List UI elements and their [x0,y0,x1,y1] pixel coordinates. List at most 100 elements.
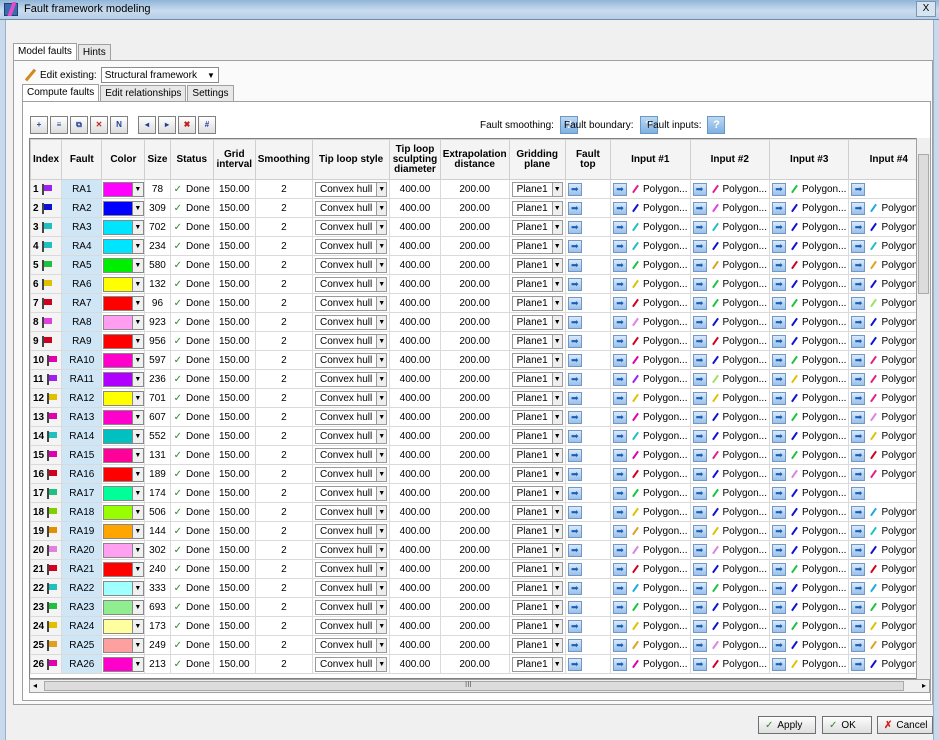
insert-arrow-icon[interactable]: ➡ [613,505,628,519]
color-picker[interactable]: ▼ [101,312,146,332]
color-picker[interactable]: ▼ [101,426,146,446]
index-cell[interactable]: 23 [30,597,63,617]
insert-arrow-icon[interactable]: ➡ [851,372,866,386]
fault-name-cell[interactable]: RA8 [61,312,103,332]
insert-arrow-icon[interactable]: ➡ [692,334,707,348]
extrapolation-cell[interactable]: 200.00 [439,445,510,465]
insert-arrow-icon[interactable]: ➡ [567,391,582,405]
insert-arrow-icon[interactable]: ➡ [613,296,628,310]
index-cell[interactable]: 20 [30,540,63,560]
insert-arrow-icon[interactable]: ➡ [771,600,786,614]
chevron-down-icon[interactable]: ▼ [132,466,144,482]
tip-loop-diameter-cell[interactable]: 400.00 [389,635,441,655]
table-row[interactable]: 15 RA15 ▼ 131 ✓ Done 150.00 2 Convex hull ▼ 400.00… [30,445,929,465]
grid-interval-cell[interactable]: 150.00 [212,578,256,598]
extrapolation-cell[interactable]: 200.00 [439,369,510,389]
insert-arrow-icon[interactable]: ➡ [692,543,707,557]
extrapolation-cell[interactable]: 200.00 [439,198,510,218]
insert-arrow-icon[interactable]: ➡ [771,581,786,595]
chevron-down-icon[interactable]: ▼ [132,485,144,501]
insert-arrow-icon[interactable]: ➡ [771,467,786,481]
close-button[interactable]: X [916,1,936,17]
fault-name-cell[interactable]: RA3 [61,217,103,237]
extrapolation-cell[interactable]: 200.00 [439,426,510,446]
insert-arrow-icon[interactable]: ➡ [851,600,866,614]
tip-loop-diameter-cell[interactable]: 400.00 [389,502,441,522]
insert-arrow-icon[interactable]: ➡ [851,182,866,196]
fault-name-cell[interactable]: RA25 [61,635,103,655]
tip-loop-diameter-cell[interactable]: 400.00 [389,616,441,636]
fault-name-cell[interactable]: RA2 [61,198,103,218]
add-fault-icon[interactable]: + [30,116,48,134]
color-picker[interactable]: ▼ [101,559,146,579]
insert-arrow-icon[interactable]: ➡ [692,505,707,519]
extrapolation-cell[interactable]: 200.00 [439,483,510,503]
insert-arrow-icon[interactable]: ➡ [851,410,866,424]
gridding-plane-select[interactable]: Plane1 ▼ [511,447,563,463]
index-cell[interactable]: 10 [30,350,63,370]
insert-arrow-icon[interactable]: ➡ [613,277,628,291]
column-header[interactable]: Color [101,139,146,180]
tip-loop-style-select[interactable]: Convex hull ▼ [314,466,388,482]
color-picker[interactable]: ▼ [101,597,146,617]
gridding-plane-select[interactable]: Plane1 ▼ [511,276,563,292]
chevron-down-icon[interactable]: ▼ [132,523,144,539]
column-header[interactable]: Fault [61,139,103,180]
smoothing-cell[interactable]: 2 [254,236,313,256]
insert-arrow-icon[interactable]: ➡ [613,258,628,272]
table-row[interactable]: 17 RA17 ▼ 174 ✓ Done 150.00 2 Convex hull ▼ 400.00… [30,483,929,503]
tip-loop-diameter-cell[interactable]: 400.00 [389,559,441,579]
insert-arrow-icon[interactable]: ➡ [851,296,866,310]
table-row[interactable]: 12 RA12 ▼ 701 ✓ Done 150.00 2 Convex hull ▼ 400.00… [30,388,929,408]
index-cell[interactable]: 26 [30,654,63,674]
index-cell[interactable]: 25 [30,635,63,655]
column-header[interactable]: Input #2 [689,139,770,180]
column-header[interactable]: Grid interval [212,139,256,180]
insert-arrow-icon[interactable]: ➡ [692,486,707,500]
chevron-down-icon[interactable]: ▼ [132,200,144,216]
table-row[interactable]: 10 RA10 ▼ 597 ✓ Done 150.00 2 Convex hull ▼ 400.00… [30,350,929,370]
index-cell[interactable]: 16 [30,464,63,484]
table-row[interactable]: 7 RA7 ▼ 96 ✓ Done 150.00 2 Convex hull ▼ 400.00 200… [30,293,929,313]
color-picker[interactable]: ▼ [101,616,146,636]
color-picker[interactable]: ▼ [101,217,146,237]
fault-name-cell[interactable]: RA6 [61,274,103,294]
table-row[interactable]: 8 RA8 ▼ 923 ✓ Done 150.00 2 Convex hull ▼ 400.00 20… [30,312,929,332]
extrapolation-cell[interactable]: 200.00 [439,350,510,370]
scroll-right-icon[interactable]: ▸ [922,681,926,690]
insert-arrow-icon[interactable]: ➡ [851,543,866,557]
smoothing-cell[interactable]: 2 [254,255,313,275]
insert-arrow-icon[interactable]: ➡ [771,505,786,519]
insert-arrow-icon[interactable]: ➡ [771,239,786,253]
tip-loop-diameter-cell[interactable]: 400.00 [389,464,441,484]
fault-name-cell[interactable]: RA10 [61,350,103,370]
insert-arrow-icon[interactable]: ➡ [567,448,582,462]
scroll-left-icon[interactable]: ◂ [33,681,37,690]
vertical-scrollbar[interactable] [916,138,930,679]
chevron-down-icon[interactable]: ▼ [132,504,144,520]
tip-loop-diameter-cell[interactable]: 400.00 [389,293,441,313]
color-picker[interactable]: ▼ [101,654,146,674]
smoothing-cell[interactable]: 2 [254,350,313,370]
extrapolation-cell[interactable]: 200.00 [439,521,510,541]
chevron-down-icon[interactable]: ▼ [132,618,144,634]
tip-loop-diameter-cell[interactable]: 400.00 [389,179,441,199]
insert-arrow-icon[interactable]: ➡ [771,486,786,500]
tip-loop-style-select[interactable]: Convex hull ▼ [314,599,388,615]
insert-arrow-icon[interactable]: ➡ [692,182,707,196]
gridding-plane-select[interactable]: Plane1 ▼ [511,428,563,444]
insert-arrow-icon[interactable]: ➡ [613,562,628,576]
insert-arrow-icon[interactable]: ➡ [567,505,582,519]
color-picker[interactable]: ▼ [101,502,146,522]
table-row[interactable]: 2 RA2 ▼ 309 ✓ Done 150.00 2 Convex hull ▼ 400.00 20… [30,198,929,218]
chevron-down-icon[interactable]: ▼ [132,219,144,235]
cancel-button[interactable]: ✗ Cancel [877,716,933,734]
chevron-down-icon[interactable]: ▼ [132,276,144,292]
insert-arrow-icon[interactable]: ➡ [771,638,786,652]
smoothing-cell[interactable]: 2 [254,654,313,674]
extrapolation-cell[interactable]: 200.00 [439,388,510,408]
chevron-down-icon[interactable]: ▼ [132,371,144,387]
insert-arrow-icon[interactable]: ➡ [692,429,707,443]
smoothing-cell[interactable]: 2 [254,179,313,199]
gridding-plane-select[interactable]: Plane1 ▼ [511,181,563,197]
